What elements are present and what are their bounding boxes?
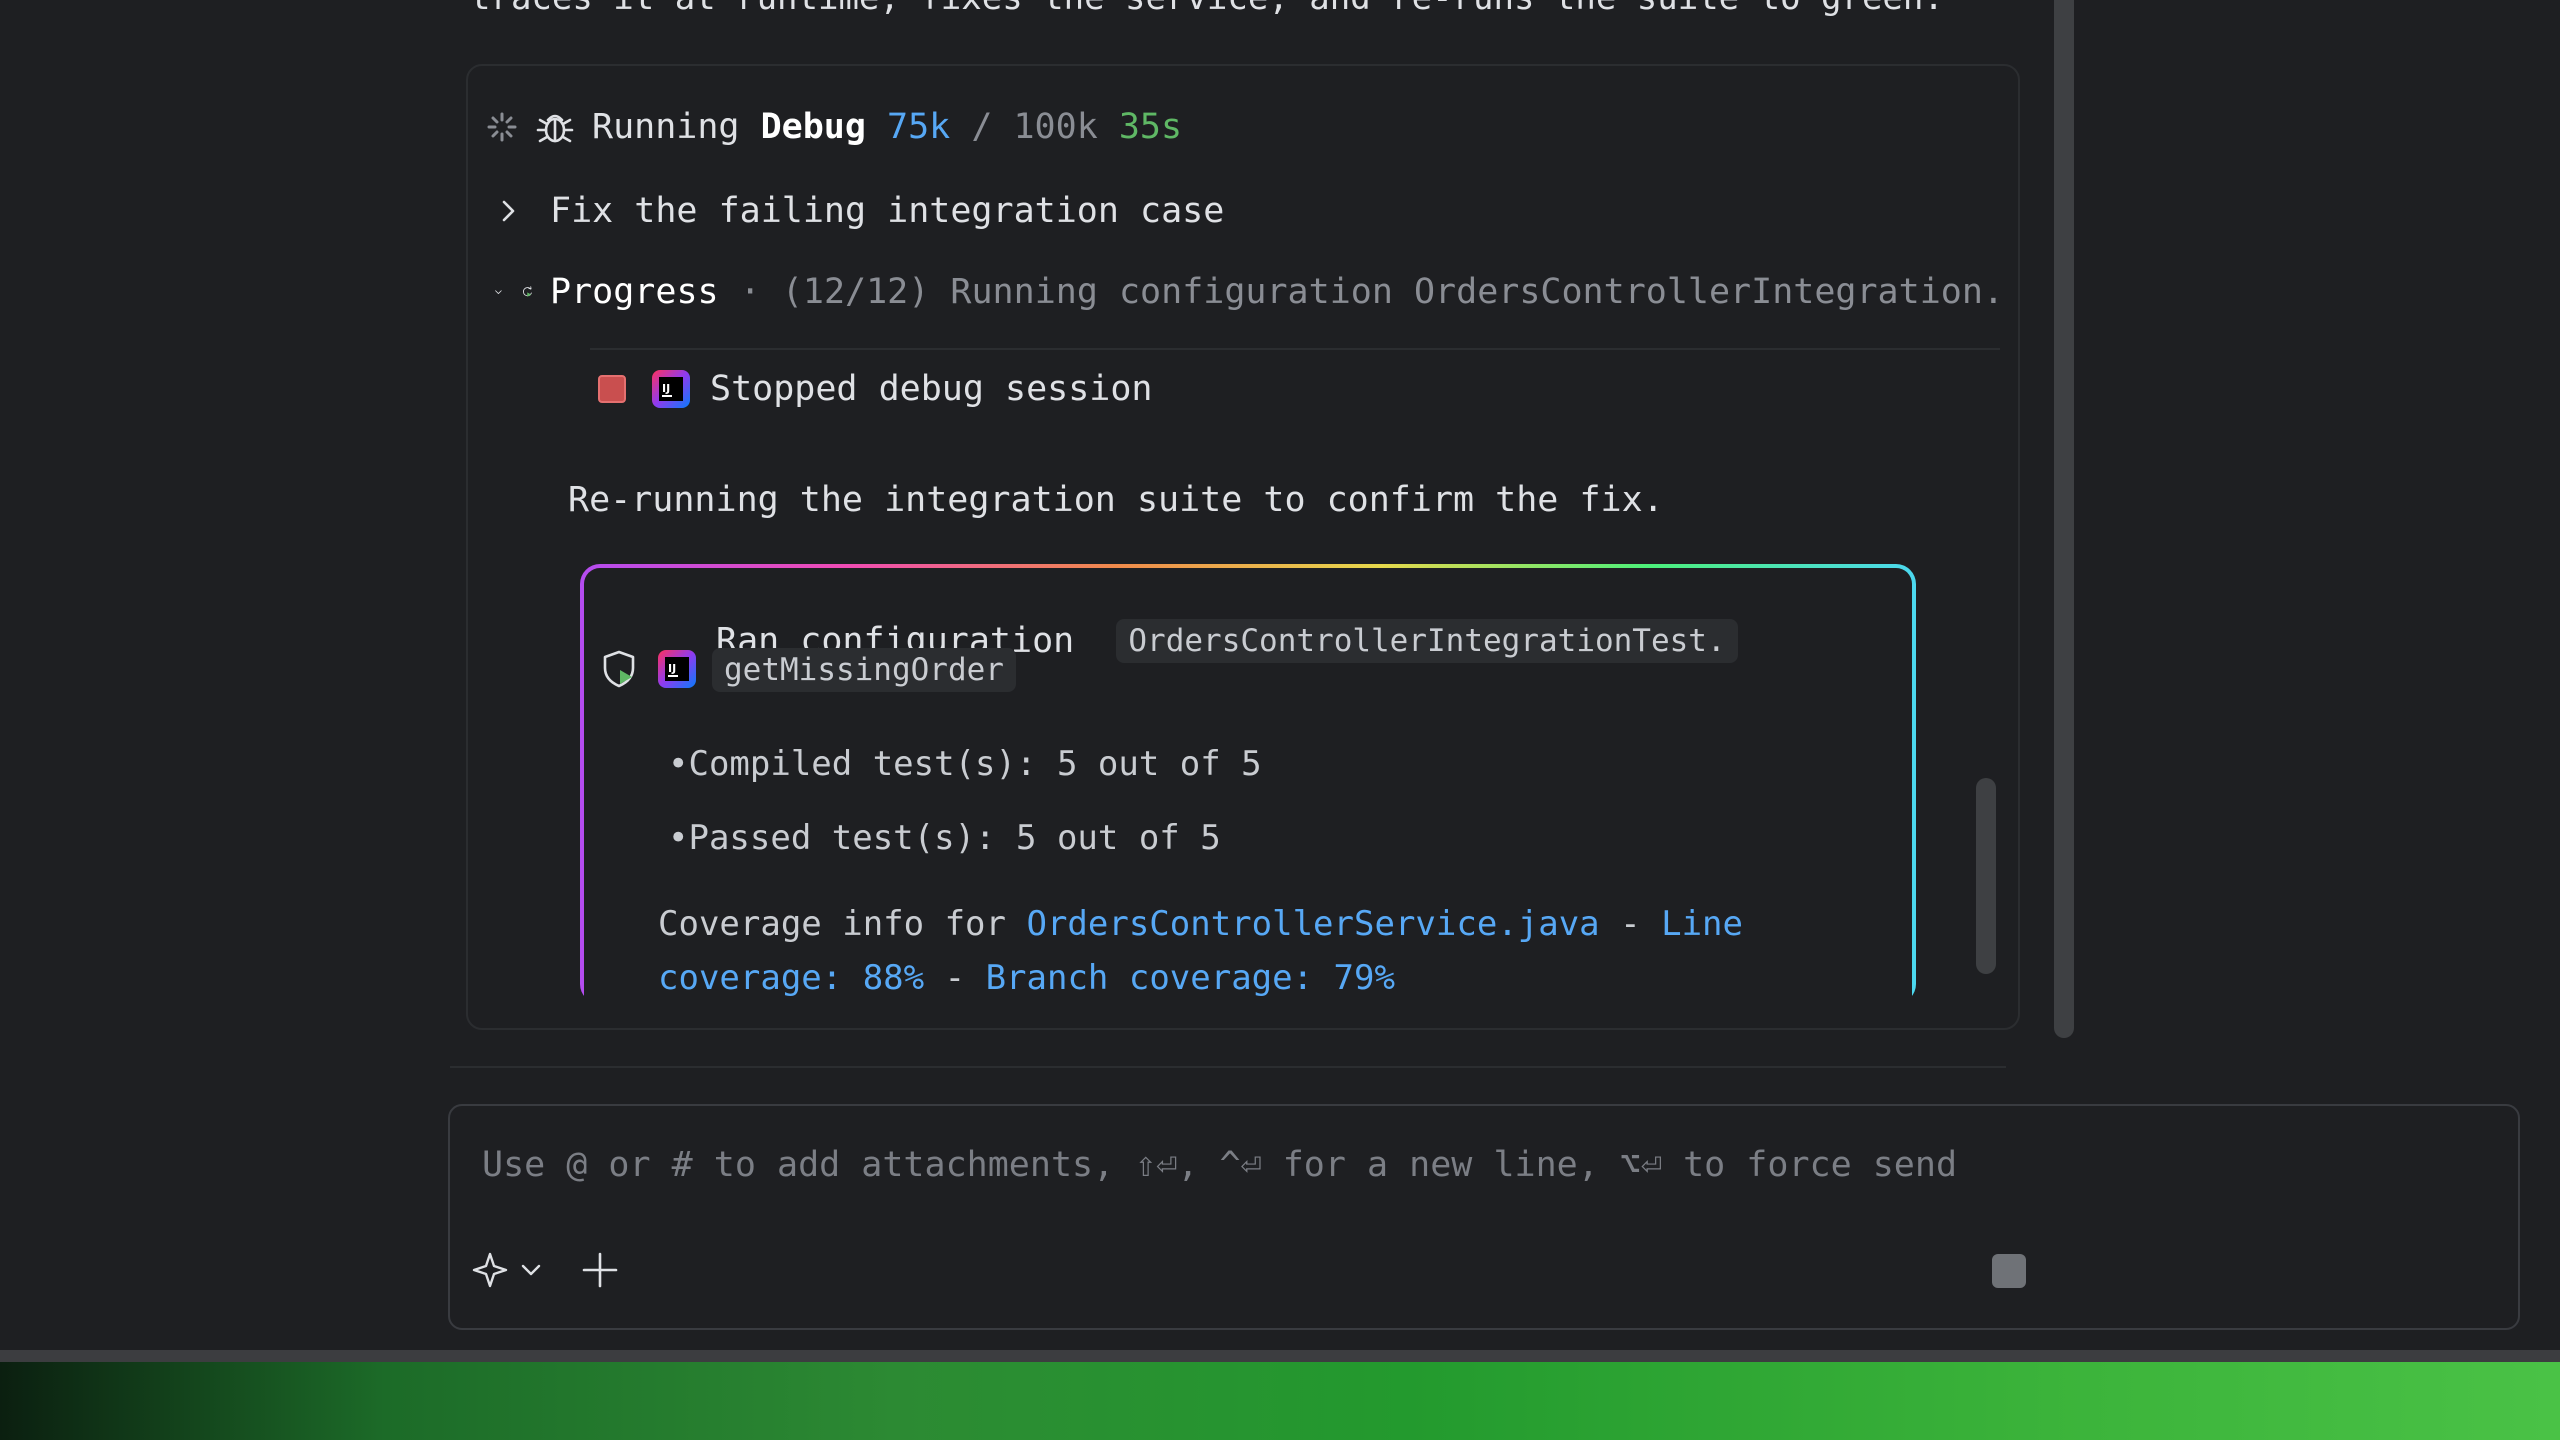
shield-run-icon (603, 650, 635, 688)
desktop-wallpaper (0, 1362, 2560, 1440)
tokens-max: 100k (1013, 107, 1098, 147)
bullet-dot: • (668, 744, 689, 784)
coverage-file-link[interactable]: OrdersControllerService.java (1026, 904, 1599, 944)
bullet-dot: • (668, 818, 689, 858)
divider (590, 348, 2000, 350)
agent-name: Debug (760, 107, 866, 147)
svg-text:IJ: IJ (668, 662, 676, 675)
message-input[interactable] (480, 1144, 2444, 1186)
task-expander[interactable]: Fix the failing integration case (494, 186, 1224, 236)
chevron-down-icon[interactable] (518, 1257, 544, 1283)
tokens-separator: / (971, 107, 993, 147)
coverage-dash: - (1620, 904, 1641, 944)
progress-expander[interactable]: Progress · (12/12) Running configuration… (494, 266, 2004, 318)
branch-coverage-link[interactable]: Branch coverage: 79% (986, 958, 1395, 998)
passed-tests: Passed test(s): 5 out of 5 (688, 818, 1221, 858)
divider (450, 1066, 2006, 1068)
bug-icon (536, 114, 574, 143)
window-bottom-edge (0, 1350, 2560, 1362)
previous-message-text: traces it at runtime, fixes the service,… (470, 0, 1944, 18)
plus-icon[interactable] (580, 1250, 620, 1290)
elapsed-time: 35s (1118, 107, 1183, 147)
sparkle-icon[interactable] (470, 1250, 510, 1290)
chevron-down-icon (495, 290, 502, 294)
config-method-chip[interactable]: getMissingOrder (712, 648, 1016, 692)
progress-dot: · (739, 272, 761, 312)
intellij-icon: IJ (652, 370, 690, 408)
progress-label: Progress (550, 272, 719, 312)
list-item: • Compiled test(s): 5 out of 5 (668, 744, 1262, 784)
compiled-tests: Compiled test(s): 5 out of 5 (688, 744, 1262, 784)
coverage-line-2: coverage: 88% - Branch coverage: 79% (658, 958, 1395, 998)
progress-detail: (12/12) Running configuration OrdersCont… (781, 272, 2004, 312)
line-coverage-value[interactable]: coverage: 88% (658, 958, 924, 998)
coverage-dash: - (944, 958, 966, 998)
coverage-line-1: Coverage info for OrdersControllerServic… (658, 904, 1743, 944)
tokens-used: 75k (887, 107, 951, 147)
composer (448, 1104, 2520, 1330)
panel-scrollbar[interactable] (2054, 0, 2074, 1038)
agent-status: Running (592, 107, 740, 147)
card-scrollbar[interactable] (1976, 778, 1996, 974)
intellij-icon: IJ (658, 650, 696, 688)
line-coverage-link[interactable]: Line (1661, 904, 1743, 944)
config-name-chip[interactable]: OrdersControllerIntegrationTest. (1116, 619, 1738, 663)
stopped-label: Stopped debug session (710, 369, 1153, 409)
stop-icon (598, 375, 626, 403)
stopped-session-row: IJ Stopped debug session (598, 364, 1153, 414)
composer-toolbar (470, 1248, 620, 1292)
svg-text:IJ: IJ (662, 382, 670, 395)
send-stop-icon[interactable] (1992, 1254, 2026, 1288)
agent-note: Re-running the integration suite to conf… (568, 480, 1664, 520)
run-title-row-2: getMissingOrder (712, 648, 1016, 692)
task-label: Fix the failing integration case (550, 191, 1225, 231)
chevron-right-icon (502, 200, 515, 222)
rerun-icon (522, 286, 532, 297)
agent-status-row: Running Debug 75k / 100k 35s (486, 102, 1182, 152)
list-item: • Passed test(s): 5 out of 5 (668, 818, 1221, 858)
spinner-icon (487, 112, 517, 142)
coverage-prefix: Coverage info for (658, 904, 1006, 944)
